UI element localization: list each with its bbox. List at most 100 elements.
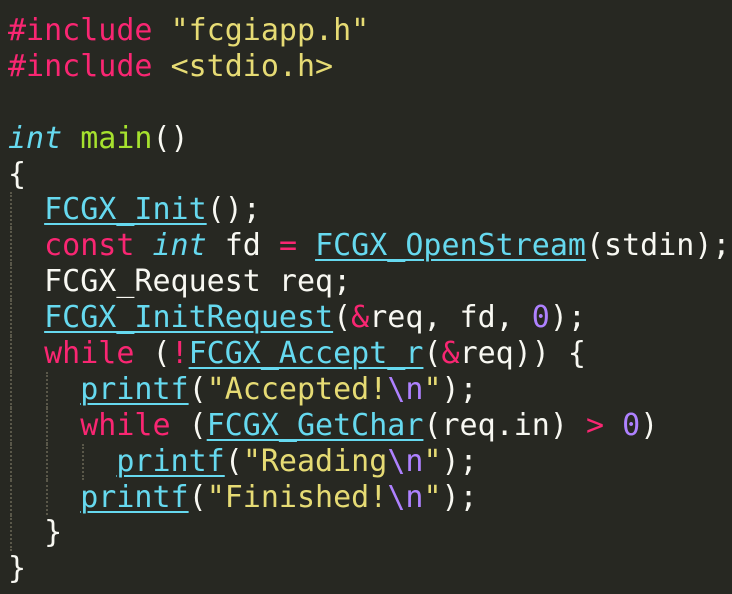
indent-guide (46, 443, 49, 480)
token-plain: ( (188, 371, 207, 407)
token-plain: fd (206, 228, 279, 264)
code-line[interactable]: { (8, 157, 731, 193)
indent-guide (10, 192, 12, 229)
code-line[interactable] (8, 85, 731, 121)
token-plain: ); (549, 300, 586, 336)
token-string: "Finished! (206, 479, 388, 515)
token-string: <stdio.h> (170, 48, 334, 84)
token-keyword: const (44, 228, 135, 264)
indent-guide (10, 336, 12, 372)
token-call: FCGX_InitRequest (44, 300, 334, 336)
indent-guide (10, 515, 12, 552)
token-call: FCGX_Init (44, 192, 207, 228)
token-plain: ( (333, 300, 352, 336)
token-op: & (351, 300, 370, 336)
code-line[interactable]: while (!FCGX_Accept_r(&req)) { (8, 336, 731, 372)
token-string: "fcgiapp.h" (170, 13, 370, 48)
code-line[interactable]: while (FCGX_GetChar(req.in) > 0) (8, 407, 731, 444)
indentation (8, 336, 44, 371)
code-line[interactable]: FCGX_Request req; (8, 264, 731, 301)
token-op: > (586, 407, 605, 443)
indent-guide (10, 443, 12, 480)
token-call: printf (80, 479, 189, 515)
indent-guide (46, 479, 49, 516)
token-op: ! (170, 336, 189, 372)
token-preproc: #include (8, 13, 153, 48)
indent-guide (10, 300, 12, 337)
indentation (8, 192, 44, 227)
code-line[interactable]: #include <stdio.h> (8, 49, 731, 85)
indentation (8, 264, 44, 299)
indentation (8, 480, 80, 515)
indentation (8, 444, 116, 479)
token-string: "Accepted! (206, 371, 388, 407)
token-string: " (423, 479, 442, 515)
token-keyword: while (80, 407, 171, 443)
token-plain: { (8, 156, 27, 192)
code-line[interactable]: int main() (8, 121, 731, 157)
code-line[interactable]: } (8, 515, 731, 552)
code-line[interactable]: } (8, 551, 731, 587)
indentation (8, 372, 80, 407)
code-line[interactable]: FCGX_Init(); (8, 192, 731, 229)
token-plain: ); (441, 479, 478, 515)
code-editor[interactable]: #include "fcgiapp.h" #include <stdio.h> i… (0, 0, 732, 594)
indentation (8, 408, 80, 443)
token-escape: \n (387, 371, 424, 407)
token-plain: } (44, 515, 63, 551)
code-line[interactable]: printf("Accepted!\n"); (8, 371, 731, 408)
token-plain: (); (206, 192, 261, 228)
token-plain: } (8, 551, 27, 587)
token-func: main (80, 120, 153, 156)
token-escape: \n (387, 479, 424, 515)
token-plain: req, fd, (369, 300, 532, 336)
indent-guide (82, 443, 85, 480)
token-keyword: while (44, 336, 135, 372)
token-plain: ( (134, 336, 171, 372)
indentation (8, 228, 44, 263)
token-preproc: #include (8, 48, 153, 84)
token-string: "Reading (242, 443, 388, 479)
indent-guide (10, 264, 12, 301)
indentation (8, 300, 44, 335)
token-call: FCGX_OpenStream (315, 228, 586, 264)
token-string: " (423, 443, 442, 479)
token-call: FCGX_Accept_r (188, 336, 424, 372)
code-line[interactable]: FCGX_InitRequest(&req, fd, 0); (8, 300, 731, 337)
token-plain: req)) { (459, 336, 586, 372)
token-escape: \n (387, 443, 424, 479)
code-line[interactable]: printf("Finished!\n"); (8, 479, 731, 516)
token-plain: ); (441, 443, 478, 479)
indent-guide (10, 479, 12, 516)
token-plain: ); (441, 371, 478, 407)
code-area[interactable]: #include "fcgiapp.h" #include <stdio.h> i… (8, 13, 731, 587)
indent-guide (46, 371, 49, 408)
token-plain: ) (640, 407, 659, 443)
token-op: & (441, 336, 460, 372)
token-plain: ( (224, 443, 243, 479)
token-plain: ( (423, 336, 442, 372)
indentation (8, 515, 44, 550)
indent-guide (10, 407, 12, 444)
code-line[interactable]: const int fd = FCGX_OpenStream(stdin); (8, 228, 731, 265)
indent-guide (46, 407, 49, 444)
token-string: " (423, 371, 442, 407)
token-plain: (req.in) (423, 407, 586, 443)
token-plain: ( (170, 407, 207, 443)
token-plain: (stdin); (586, 228, 731, 264)
token-number: 0 (622, 407, 641, 443)
token-type: int (152, 228, 207, 264)
token-call: FCGX_GetChar (206, 407, 424, 443)
token-plain: ( (188, 479, 207, 515)
token-plain: () (152, 120, 189, 156)
code-line[interactable]: #include "fcgiapp.h" (8, 13, 731, 49)
token-number: 0 (531, 300, 550, 336)
token-op: = (278, 228, 297, 264)
code-line[interactable]: printf("Reading\n"); (8, 443, 731, 480)
